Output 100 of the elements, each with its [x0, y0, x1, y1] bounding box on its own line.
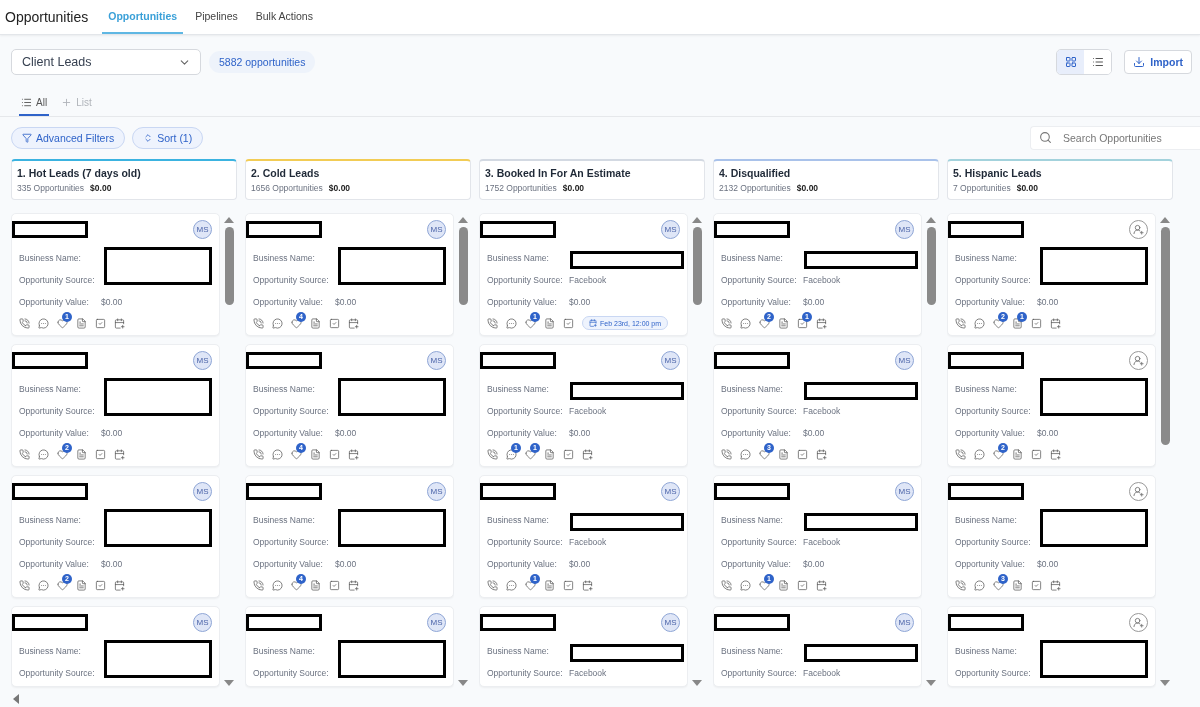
- heart-icon[interactable]: [993, 448, 1004, 460]
- heart-icon[interactable]: [525, 448, 536, 460]
- checkbox-icon[interactable]: [329, 448, 340, 460]
- avatar[interactable]: MS: [193, 481, 212, 501]
- heart-icon[interactable]: [759, 579, 770, 591]
- phone-icon[interactable]: [955, 317, 966, 329]
- checkbox-icon[interactable]: [329, 317, 340, 329]
- heart-icon[interactable]: [291, 579, 302, 591]
- note-icon[interactable]: [778, 579, 789, 591]
- checkbox-icon[interactable]: [563, 579, 574, 591]
- avatar[interactable]: MS: [895, 350, 914, 370]
- avatar[interactable]: MS: [427, 481, 446, 501]
- calendar-plus-icon[interactable]: [582, 579, 593, 591]
- avatar[interactable]: MS: [193, 612, 212, 632]
- assign-user-icon[interactable]: [1129, 219, 1148, 239]
- checkbox-icon[interactable]: [797, 448, 808, 460]
- import-button[interactable]: Import: [1124, 50, 1192, 74]
- nav-tab[interactable]: Opportunities: [102, 0, 184, 34]
- heart-icon[interactable]: [291, 317, 302, 329]
- chat-icon[interactable]: [974, 448, 985, 460]
- checkbox-icon[interactable]: [1031, 579, 1042, 591]
- calendar-plus-icon[interactable]: [1050, 448, 1061, 460]
- opportunity-card[interactable]: MS Business Name: Opportunity Source:: [11, 606, 220, 687]
- calendar-plus-icon[interactable]: [816, 448, 827, 460]
- phone-icon[interactable]: [955, 579, 966, 591]
- phone-icon[interactable]: [19, 448, 30, 460]
- grid-view-button[interactable]: [1057, 50, 1085, 74]
- phone-icon[interactable]: [487, 317, 498, 329]
- checkbox-icon[interactable]: [1031, 448, 1042, 460]
- phone-icon[interactable]: [19, 317, 30, 329]
- calendar-plus-icon[interactable]: [114, 448, 125, 460]
- nav-tab[interactable]: Bulk Actions: [249, 0, 319, 34]
- chat-icon[interactable]: [740, 317, 751, 329]
- chat-icon[interactable]: [740, 579, 751, 591]
- heart-icon[interactable]: [993, 317, 1004, 329]
- chat-icon[interactable]: [974, 317, 985, 329]
- phone-icon[interactable]: [721, 317, 732, 329]
- opportunity-card[interactable]: MS Business Name: Opportunity Source:: [245, 606, 454, 687]
- calendar-plus-icon[interactable]: [348, 317, 359, 329]
- note-icon[interactable]: [310, 579, 321, 591]
- checkbox-icon[interactable]: [329, 579, 340, 591]
- chat-icon[interactable]: [38, 448, 49, 460]
- note-icon[interactable]: [1012, 448, 1023, 460]
- note-icon[interactable]: [544, 317, 555, 329]
- heart-icon[interactable]: [525, 579, 536, 591]
- chat-icon[interactable]: [740, 448, 751, 460]
- avatar[interactable]: MS: [427, 219, 446, 239]
- calendar-plus-icon[interactable]: [348, 448, 359, 460]
- assign-user-icon[interactable]: [1129, 612, 1148, 632]
- note-icon[interactable]: [76, 317, 87, 329]
- note-icon[interactable]: [778, 317, 789, 329]
- avatar[interactable]: MS: [661, 219, 680, 239]
- opportunity-card[interactable]: MS Business Name: Opportunity Source: Facebook: [479, 606, 688, 687]
- search-field[interactable]: Search Opportunities: [1030, 126, 1200, 150]
- calendar-plus-icon[interactable]: [1050, 317, 1061, 329]
- filter-button[interactable]: Advanced Filters: [11, 127, 126, 149]
- phone-icon[interactable]: [955, 448, 966, 460]
- calendar-plus-icon[interactable]: [114, 317, 125, 329]
- phone-icon[interactable]: [253, 579, 264, 591]
- checkbox-icon[interactable]: [95, 317, 106, 329]
- assign-user-icon[interactable]: [1129, 350, 1148, 370]
- heart-icon[interactable]: [291, 448, 302, 460]
- checkbox-icon[interactable]: [1031, 317, 1042, 329]
- heart-icon[interactable]: [57, 448, 68, 460]
- checkbox-icon[interactable]: [95, 579, 106, 591]
- avatar[interactable]: MS: [427, 350, 446, 370]
- checkbox-icon[interactable]: [95, 448, 106, 460]
- avatar[interactable]: MS: [661, 481, 680, 501]
- chat-icon[interactable]: [272, 317, 283, 329]
- note-icon[interactable]: [1012, 317, 1023, 329]
- assign-user-icon[interactable]: [1129, 481, 1148, 501]
- note-icon[interactable]: [310, 448, 321, 460]
- calendar-plus-icon[interactable]: [582, 448, 593, 460]
- phone-icon[interactable]: [487, 448, 498, 460]
- avatar[interactable]: MS: [895, 612, 914, 632]
- chat-icon[interactable]: [272, 579, 283, 591]
- heart-icon[interactable]: [759, 448, 770, 460]
- heart-icon[interactable]: [759, 317, 770, 329]
- heart-icon[interactable]: [525, 317, 536, 329]
- chat-icon[interactable]: [974, 579, 985, 591]
- avatar[interactable]: MS: [427, 612, 446, 632]
- heart-icon[interactable]: [993, 579, 1004, 591]
- calendar-plus-icon[interactable]: [348, 579, 359, 591]
- nav-tab[interactable]: Pipelines: [189, 0, 244, 34]
- chat-icon[interactable]: [38, 317, 49, 329]
- phone-icon[interactable]: [721, 448, 732, 460]
- phone-icon[interactable]: [487, 579, 498, 591]
- note-icon[interactable]: [76, 579, 87, 591]
- opportunity-card[interactable]: Business Name: Opportunity Source:: [947, 606, 1156, 687]
- chat-icon[interactable]: [506, 579, 517, 591]
- phone-icon[interactable]: [721, 579, 732, 591]
- heart-icon[interactable]: [57, 317, 68, 329]
- list-tab[interactable]: All: [19, 91, 50, 116]
- avatar[interactable]: MS: [661, 612, 680, 632]
- phone-icon[interactable]: [253, 448, 264, 460]
- avatar[interactable]: MS: [895, 219, 914, 239]
- sort-button[interactable]: Sort (1): [132, 127, 204, 149]
- checkbox-icon[interactable]: [797, 317, 808, 329]
- note-icon[interactable]: [310, 317, 321, 329]
- checkbox-icon[interactable]: [563, 448, 574, 460]
